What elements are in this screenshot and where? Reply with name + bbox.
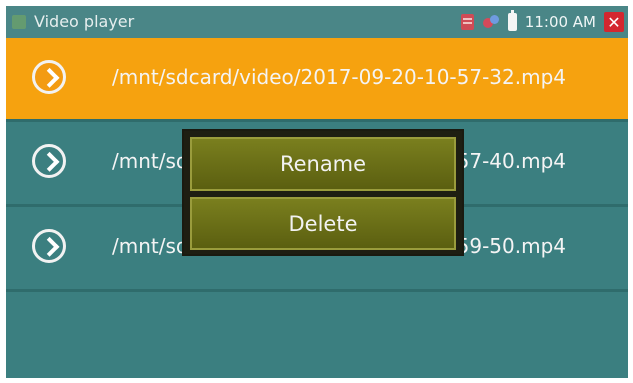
- video-player-screen: Video player 11:00 AM ✕ /mnt/sdcard/vide…: [6, 6, 628, 378]
- context-menu: Rename Delete: [182, 129, 464, 256]
- app-icon: [12, 15, 26, 29]
- status-bar: Video player 11:00 AM ✕: [6, 6, 628, 38]
- usb-icon: [482, 14, 500, 30]
- close-icon[interactable]: ✕: [604, 12, 624, 32]
- sd-card-icon: [460, 14, 474, 30]
- delete-button[interactable]: Delete: [190, 197, 456, 250]
- play-icon[interactable]: [32, 144, 66, 178]
- play-icon[interactable]: [32, 60, 66, 94]
- app-title: Video player: [34, 12, 135, 31]
- file-path: /mnt/sdcard/video/2017-09-20-10-57-32.mp…: [112, 65, 567, 89]
- clock: 11:00 AM: [524, 13, 596, 31]
- battery-icon: [507, 10, 517, 31]
- file-row[interactable]: /mnt/sdcard/video/2017-09-20-10-57-32.mp…: [6, 38, 628, 122]
- rename-button[interactable]: Rename: [190, 137, 456, 191]
- status-icons: 11:00 AM ✕: [460, 10, 624, 33]
- play-icon[interactable]: [32, 229, 66, 263]
